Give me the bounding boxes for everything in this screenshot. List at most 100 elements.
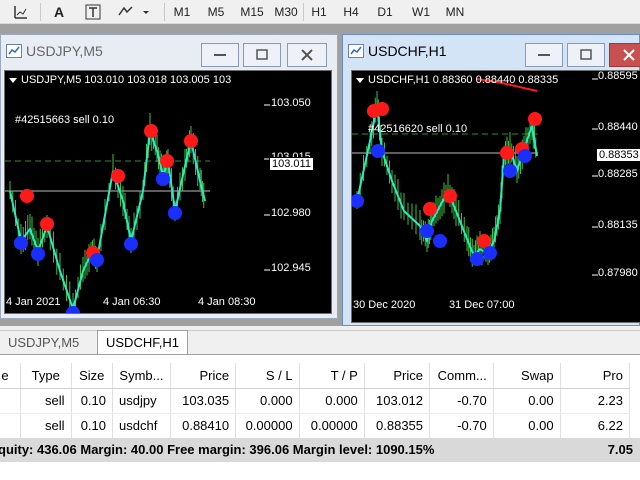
- column-header[interactable]: Price: [170, 363, 237, 389]
- column-header[interactable]: S / L: [235, 363, 300, 389]
- buy-signal-marker: [483, 246, 497, 260]
- buy-signal-marker: [503, 164, 517, 178]
- timeframe-m30[interactable]: M30: [270, 2, 302, 22]
- x-tick: 30 Dec 2020: [353, 299, 416, 311]
- column-header[interactable]: Pro: [560, 363, 631, 389]
- close-button[interactable]: [287, 43, 327, 67]
- y-tick: 0.88595: [598, 70, 638, 82]
- table-cell: 0.00000: [299, 413, 365, 439]
- timeframe-w1[interactable]: W1: [406, 2, 436, 22]
- buy-signal-marker: [470, 252, 484, 266]
- chart-tabs: USDJPY,M5 USDCHF,H1: [0, 330, 640, 355]
- buy-signal-marker: [14, 236, 28, 250]
- table-row[interactable]: sell 0.10 usdjpy 103.035 0.000 0.000 103.012 -0…: [0, 388, 631, 414]
- table-cell: usdchf: [112, 413, 171, 439]
- minimize-button[interactable]: [201, 43, 239, 67]
- current-price-tag: 0.88353: [596, 148, 640, 162]
- sell-signal-marker: [528, 112, 542, 126]
- buy-signal-marker: [352, 194, 364, 208]
- sell-signal-marker: [184, 134, 198, 148]
- buy-signal-marker: [31, 247, 45, 261]
- table-header-row: e Type Size Symb... Price S / L T / P Pr…: [0, 363, 631, 389]
- sell-signal-marker: [111, 169, 125, 183]
- table-cell: usdjpy: [112, 388, 171, 414]
- table-row[interactable]: sell 0.10 usdchf 0.88410 0.00000 0.00000 0.883…: [0, 413, 631, 439]
- table-cell: 0.10: [71, 388, 114, 414]
- price-chart[interactable]: USDCHF,H1 0.88360 0.88440 0.88335 #42516…: [351, 70, 640, 323]
- close-button[interactable]: [609, 43, 640, 67]
- close-icon: [623, 49, 635, 61]
- y-tick: 102.945: [271, 262, 311, 274]
- chart-window-usdjpy[interactable]: USDJPY,M5 USDJPY,M5 103.010 103.018 103.…: [0, 34, 338, 319]
- timeframe-m15[interactable]: M15: [236, 2, 268, 22]
- timeframe-h4[interactable]: H4: [338, 2, 364, 22]
- maximize-button[interactable]: [567, 43, 605, 67]
- chart-quote: USDCHF,H1 0.88360 0.88440 0.88335: [368, 74, 559, 86]
- table-cell: sell: [20, 388, 72, 414]
- price-chart[interactable]: USDJPY,M5 103.010 103.018 103.005 103 #4…: [4, 70, 332, 314]
- sell-signal-marker: [477, 234, 491, 248]
- buy-signal-marker: [124, 237, 138, 251]
- column-header[interactable]: Type: [20, 363, 72, 389]
- timeframe-m5[interactable]: M5: [202, 2, 230, 22]
- column-header[interactable]: Price: [364, 363, 431, 389]
- column-header[interactable]: Symb...: [112, 363, 171, 389]
- timeframe-h1[interactable]: H1: [306, 2, 332, 22]
- order-label: #42516620 sell 0.10: [368, 123, 468, 135]
- table-cell: 0.88410: [170, 413, 237, 439]
- window-title-bar[interactable]: USDCHF,H1: [343, 35, 640, 67]
- table-cell: [0, 388, 21, 414]
- column-header[interactable]: Swap: [493, 363, 561, 389]
- sell-signal-marker: [375, 102, 389, 116]
- dropdown-triangle-icon[interactable]: [356, 77, 364, 83]
- column-header[interactable]: T / P: [299, 363, 365, 389]
- text-icon[interactable]: A: [48, 2, 70, 22]
- x-tick: 31 Dec 07:00: [449, 299, 515, 311]
- table-cell: -0.70: [429, 388, 494, 414]
- sell-signal-marker: [144, 124, 158, 138]
- shapes-icon[interactable]: [114, 2, 154, 22]
- buy-signal-marker: [420, 224, 434, 238]
- y-tick: 103.050: [271, 97, 311, 109]
- table-cell: 0.10: [71, 413, 114, 439]
- y-tick: 0.88135: [598, 219, 638, 231]
- tab-usdjpy-m5[interactable]: USDJPY,M5: [0, 331, 87, 354]
- table-cell: 0.000: [235, 388, 300, 414]
- y-tick: 102.980: [271, 207, 311, 219]
- buy-signal-marker: [168, 206, 182, 220]
- trade-table: e Type Size Symb... Price S / L T / P Pr…: [0, 363, 631, 439]
- price-line: [9, 130, 206, 313]
- y-tick: 0.87980: [598, 267, 638, 279]
- table-cell: sell: [20, 413, 72, 439]
- sell-signal-marker: [160, 154, 174, 168]
- timeframe-mn[interactable]: MN: [440, 2, 470, 22]
- column-header[interactable]: e: [0, 363, 21, 389]
- chart-header: USDJPY,M5 103.010 103.018 103.005 103: [9, 74, 231, 86]
- window-title: USDCHF,H1: [368, 43, 447, 59]
- timeframe-d1[interactable]: D1: [372, 2, 398, 22]
- chart-window-usdchf[interactable]: USDCHF,H1 USDCHF,H1 0.88360 0.88440 0.88…: [342, 34, 640, 326]
- close-icon: [301, 49, 313, 61]
- account-summary-text: quity: 436.06 Margin: 40.00 Free margin:…: [0, 442, 435, 457]
- dropdown-triangle-icon[interactable]: [9, 77, 17, 83]
- buy-signal-marker: [433, 234, 447, 248]
- sell-signal-marker: [500, 146, 514, 160]
- column-header[interactable]: Size: [71, 363, 114, 389]
- column-header[interactable]: Comm...: [429, 363, 494, 389]
- y-tick: 0.88440: [598, 121, 638, 133]
- table-cell: 0.00: [493, 413, 561, 439]
- timeframe-m1[interactable]: M1: [168, 2, 196, 22]
- window-title-bar[interactable]: USDJPY,M5: [1, 35, 337, 67]
- window-title: USDJPY,M5: [26, 43, 103, 59]
- chart-quote: USDJPY,M5 103.010 103.018 103.005 103: [21, 74, 232, 86]
- chart-workspace: USDJPY,M5 USDJPY,M5 103.010 103.018 103.…: [0, 24, 640, 326]
- chart-tools-icon[interactable]: [6, 2, 36, 22]
- account-summary-bar: quity: 436.06 Margin: 40.00 Free margin:…: [0, 438, 640, 462]
- text-label-icon[interactable]: [82, 2, 104, 22]
- buy-signal-marker: [518, 149, 532, 163]
- maximize-button[interactable]: [243, 43, 281, 67]
- tab-usdchf-h1[interactable]: USDCHF,H1: [97, 330, 188, 355]
- current-price-tag: 103.011: [269, 157, 314, 171]
- terminal-panel: e Type Size Symb... Price S / L T / P Pr…: [0, 354, 640, 480]
- minimize-button[interactable]: [525, 43, 563, 67]
